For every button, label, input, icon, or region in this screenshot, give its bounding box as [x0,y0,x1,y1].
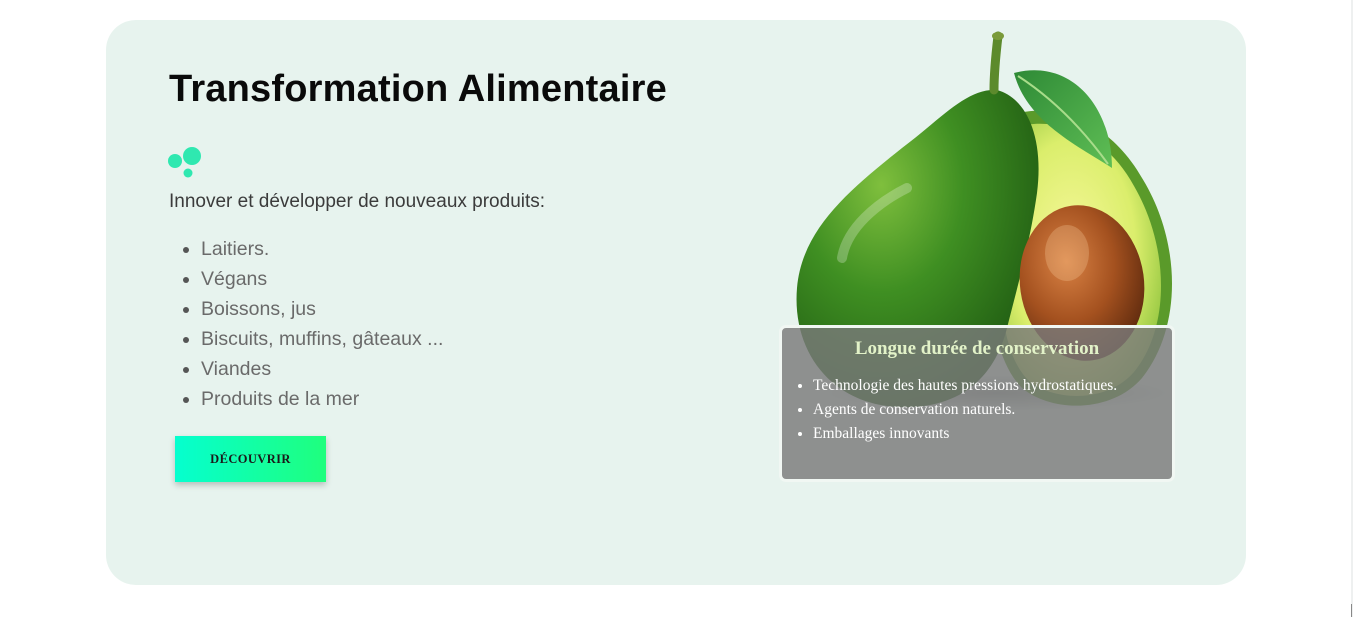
section-intro: Innover et développer de nouveaux produi… [169,191,546,212]
list-item: Technologie des hautes pressions hydrost… [813,374,1172,398]
list-item: Boissons, jus [201,294,443,324]
decorative-dots-icon [168,147,201,178]
list-item: Agents de conservation naturels. [813,398,1172,422]
list-item: Emballages innovants [813,422,1172,446]
info-card-title: Longue durée de conservation [854,338,1100,359]
scrollbar-thumb[interactable] [1351,604,1352,617]
info-card-list: Technologie des hautes pressions hydrost… [782,374,1172,446]
feature-card: Transformation Alimentaire Innover et dé… [106,20,1246,585]
product-list: Laitiers. Végans Boissons, jus Biscuits,… [169,234,443,414]
list-item: Végans [201,264,443,294]
list-item: Laitiers. [201,234,443,264]
info-card: Longue durée de conservation Technologie… [779,325,1175,482]
list-item: Biscuits, muffins, gâteaux ... [201,324,443,354]
section-title: Transformation Alimentaire [169,68,667,110]
list-item: Viandes [201,354,443,384]
list-item: Produits de la mer [201,384,443,414]
discover-button[interactable]: DÉCOUVRIR [175,436,326,482]
